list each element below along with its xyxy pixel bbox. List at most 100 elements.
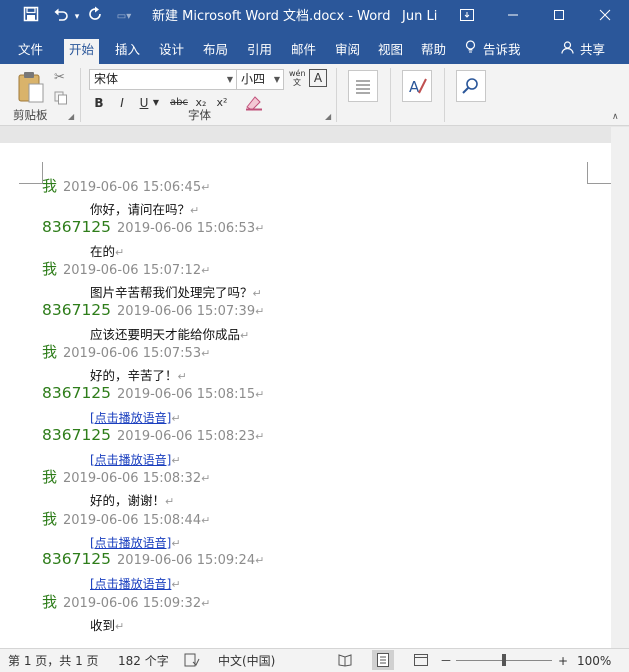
word-count[interactable]: 182 个字 xyxy=(118,653,169,669)
font-name-select[interactable]: 宋体 ▼ xyxy=(89,69,237,90)
message-timestamp: 2019-06-06 15:07:53 xyxy=(63,346,202,362)
collapse-ribbon-icon[interactable]: ∧ xyxy=(612,112,619,122)
ribbon-tab-bar: 文件 开始 插入 设计 布局 引用 邮件 审阅 视图 帮助 告诉我 共享 xyxy=(0,34,629,64)
message-timestamp: 2019-06-06 15:08:32 xyxy=(63,471,202,487)
minimize-button[interactable] xyxy=(490,0,536,30)
svg-text:A: A xyxy=(409,78,420,96)
tab-design[interactable]: 设计 xyxy=(154,39,189,64)
tab-help[interactable]: 帮助 xyxy=(416,39,451,64)
zoom-slider-thumb[interactable] xyxy=(502,654,506,666)
chat-message-body: [点击播放语音]↵ xyxy=(90,573,181,592)
window-title: 新建 Microsoft Word 文档.docx - Word xyxy=(152,9,391,24)
play-voice-link[interactable]: [点击播放语音] xyxy=(90,536,171,550)
message-text: 好的，谢谢！ xyxy=(90,493,166,509)
copy-icon[interactable] xyxy=(54,90,68,109)
group-separator xyxy=(336,68,337,122)
play-voice-link[interactable]: [点击播放语音] xyxy=(90,453,171,467)
chat-message-header: 我 2019-06-06 15:08:44↵ xyxy=(42,508,210,529)
font-size-value: 小四 xyxy=(241,72,266,86)
message-timestamp: 2019-06-06 15:08:23 xyxy=(117,428,256,444)
language-indicator[interactable]: 中文(中国) xyxy=(218,653,275,669)
paragraph-mark: ↵ xyxy=(201,513,211,527)
chat-message-body: 图片辛苦帮我们处理完了吗？↵ xyxy=(90,282,262,301)
underline-button[interactable]: U xyxy=(137,94,151,112)
character-border-icon[interactable]: A xyxy=(309,69,327,87)
vertical-scrollbar[interactable] xyxy=(611,127,629,648)
paragraph-mark: ↵ xyxy=(252,287,262,301)
zoom-level[interactable]: 100% xyxy=(577,653,611,669)
sender-name: 我 xyxy=(42,593,58,611)
chat-message-header: 8367125 2019-06-06 15:08:15↵ xyxy=(42,383,264,402)
chat-message-body: [点击播放语音]↵ xyxy=(90,449,181,468)
chat-message-body: 好的，辛苦了！↵ xyxy=(90,365,187,384)
tab-insert[interactable]: 插入 xyxy=(110,39,145,64)
chat-message-header: 我 2019-06-06 15:09:32↵ xyxy=(42,591,210,612)
tab-layout[interactable]: 布局 xyxy=(198,39,233,64)
sender-name: 我 xyxy=(42,343,58,362)
tab-view[interactable]: 视图 xyxy=(373,39,408,64)
message-timestamp: 2019-06-06 15:07:12 xyxy=(63,263,202,279)
user-name[interactable]: Jun Li xyxy=(402,8,437,26)
page-count[interactable]: 第 1 页，共 1 页 xyxy=(8,653,99,669)
close-button[interactable] xyxy=(582,0,628,30)
tab-review[interactable]: 审阅 xyxy=(330,39,365,64)
paste-button[interactable] xyxy=(16,70,46,106)
font-size-select[interactable]: 小四 ▼ xyxy=(236,69,284,90)
message-timestamp: 2019-06-06 15:09:24 xyxy=(117,553,256,569)
read-mode-icon[interactable] xyxy=(338,653,352,671)
tab-mailings[interactable]: 邮件 xyxy=(286,39,321,64)
styles-icon: A xyxy=(403,78,431,105)
font-group-label: 字体 xyxy=(188,108,211,122)
cut-icon[interactable]: ✂ xyxy=(54,70,65,85)
chat-message-header: 我 2019-06-06 15:08:32↵ xyxy=(42,466,210,487)
italic-button[interactable]: I xyxy=(115,94,129,112)
styles-button[interactable]: A xyxy=(402,70,432,102)
paragraph-icon xyxy=(349,80,377,105)
superscript-button[interactable]: x² xyxy=(214,94,230,112)
paragraph-mark: ↵ xyxy=(171,453,181,467)
document-page[interactable]: 我 2019-06-06 15:06:45↵ 你好，请问在吗？↵ 8367125 201… xyxy=(0,143,611,648)
paragraph-button[interactable] xyxy=(348,70,378,102)
customize-toolbar-icon[interactable]: ▭▾ xyxy=(112,6,136,28)
zoom-out-button[interactable]: － xyxy=(440,653,452,669)
play-voice-link[interactable]: [点击播放语音] xyxy=(90,577,171,591)
maximize-button[interactable] xyxy=(536,0,582,30)
proofing-icon[interactable] xyxy=(184,653,200,671)
strikethrough-button[interactable]: abc xyxy=(168,94,190,112)
font-launcher-icon[interactable]: ◢ xyxy=(325,112,331,121)
save-icon[interactable] xyxy=(20,6,42,28)
sender-name: 我 xyxy=(42,509,58,528)
sender-name: 8367125 xyxy=(42,425,112,444)
paragraph-mark: ↵ xyxy=(171,578,181,592)
bold-button[interactable]: B xyxy=(92,94,106,112)
paragraph-mark: ↵ xyxy=(255,388,265,401)
clipboard-launcher-icon[interactable]: ◢ xyxy=(68,112,74,121)
play-voice-link[interactable]: [点击播放语音] xyxy=(90,411,171,425)
redo-icon[interactable] xyxy=(84,6,106,28)
group-separator xyxy=(390,68,391,122)
tab-file[interactable]: 文件 xyxy=(13,39,48,64)
paragraph-mark: ↵ xyxy=(171,536,181,550)
group-separator xyxy=(444,68,445,122)
tell-me-search[interactable]: 告诉我 xyxy=(460,39,526,64)
text-effects-icon[interactable] xyxy=(244,93,266,111)
underline-dropdown-icon[interactable]: ▼ xyxy=(151,94,161,112)
message-text: 收到 xyxy=(90,618,116,633)
ribbon-display-options-icon[interactable] xyxy=(444,0,490,30)
phonetic-guide-button[interactable]: wén 文 xyxy=(289,69,306,89)
undo-dropdown-icon[interactable]: ▾ xyxy=(72,6,82,28)
page-corner-mark xyxy=(19,162,43,184)
zoom-in-button[interactable]: + xyxy=(558,653,568,669)
message-text: 应该还要明天才能给你成品 xyxy=(90,326,241,342)
editing-button[interactable] xyxy=(456,70,486,102)
paragraph-mark: ↵ xyxy=(201,472,211,486)
web-layout-icon[interactable] xyxy=(414,653,428,671)
magnifier-icon xyxy=(457,78,485,105)
share-button[interactable]: 共享 xyxy=(556,39,610,64)
undo-icon[interactable] xyxy=(50,6,72,28)
tab-home[interactable]: 开始 xyxy=(64,39,100,64)
sender-name: 8367125 xyxy=(42,384,112,402)
tab-references[interactable]: 引用 xyxy=(242,39,277,64)
sender-name: 8367125 xyxy=(42,217,112,236)
print-layout-icon[interactable] xyxy=(372,650,394,670)
